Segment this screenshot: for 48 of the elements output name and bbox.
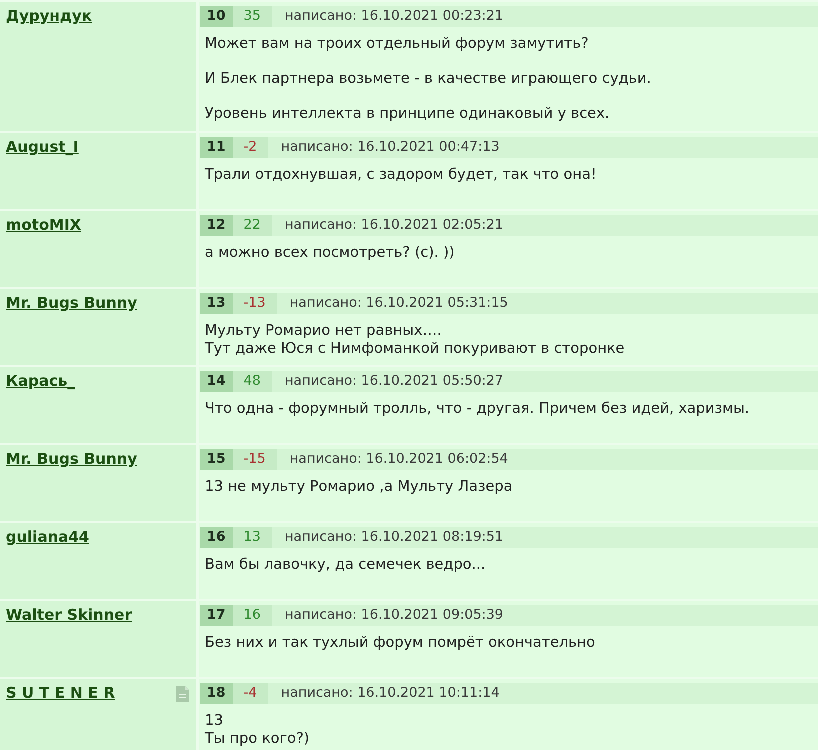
posted-date: написано: 16.10.2021 05:31:15	[290, 294, 508, 314]
rating-score: -15	[232, 449, 277, 470]
username-link[interactable]: Walter Skinner	[6, 606, 132, 624]
posted-date: написано: 16.10.2021 10:11:14	[281, 684, 500, 704]
username-link[interactable]: August_I	[6, 138, 79, 156]
message-text: 13 Ты про кого?)	[205, 712, 311, 748]
post-number: 16	[200, 527, 233, 548]
posted-date: написано: 16.10.2021 08:19:51	[284, 528, 504, 548]
message-text: Что одна - форумный тролль, что - другая. Причем без идей, харизмы.	[205, 400, 751, 418]
rating-score: 22	[232, 215, 272, 236]
document-icon[interactable]	[176, 686, 189, 702]
post-number: 13	[200, 293, 233, 314]
message-text: а можно всех посмотреть? (с). ))	[205, 244, 456, 262]
rating-score: 13	[232, 527, 272, 548]
rating-score: 35	[232, 6, 272, 27]
post-number: 11	[200, 137, 233, 158]
post-number: 15	[200, 449, 233, 470]
message-text: Трали отдохнувшая, с задором будет, так что она!	[205, 166, 598, 184]
username-link[interactable]: S U T E N E R	[6, 684, 116, 702]
message-text: Без них и так тухлый форум помрёт окончательно	[205, 634, 596, 652]
username-link[interactable]: Дурундук	[6, 7, 92, 25]
post-number: 14	[200, 371, 233, 392]
message-text: 13 не мульту Ромарио ,а Мульту Лазера	[205, 478, 514, 496]
username-link[interactable]: guliana44	[6, 528, 90, 546]
username-link[interactable]: motoMIX	[6, 216, 82, 234]
username-link[interactable]: Mr. Bugs Bunny	[6, 294, 138, 312]
post-number: 12	[200, 215, 233, 236]
post-number: 18	[200, 683, 233, 704]
posted-date: написано: 16.10.2021 00:47:13	[281, 138, 500, 158]
message-text: Вам бы лавочку, да семечек ведро...	[205, 556, 487, 574]
rating-score: -4	[232, 683, 268, 704]
rating-score: 48	[232, 371, 272, 392]
posted-date: написано: 16.10.2021 06:02:54	[290, 450, 508, 470]
username-link[interactable]: Карась_	[6, 372, 76, 390]
posted-date: написано: 16.10.2021 09:05:39	[284, 606, 504, 626]
post-number: 10	[200, 6, 233, 27]
posted-date: написано: 16.10.2021 02:05:21	[284, 216, 504, 236]
post-number: 17	[200, 605, 233, 626]
message-text: И Блек партнера возьмете - в качестве играющего судьи.	[205, 70, 652, 88]
posted-date: написано: 16.10.2021 00:23:21	[284, 7, 504, 26]
message-text: Может вам на троих отдельный форум замутить?	[205, 35, 590, 53]
message-text: Мульту Ромарио нет равных…. Тут даже Юся с Нимфоманкой покуривают в сторонке	[205, 322, 626, 358]
rating-score: -2	[232, 137, 268, 158]
username-link[interactable]: Mr. Bugs Bunny	[6, 450, 138, 468]
rating-score: -13	[232, 293, 277, 314]
posted-date: написано: 16.10.2021 05:50:27	[284, 372, 504, 392]
rating-score: 16	[232, 605, 272, 626]
message-text: Уровень интеллекта в принципе одинаковый у всех.	[205, 105, 611, 123]
